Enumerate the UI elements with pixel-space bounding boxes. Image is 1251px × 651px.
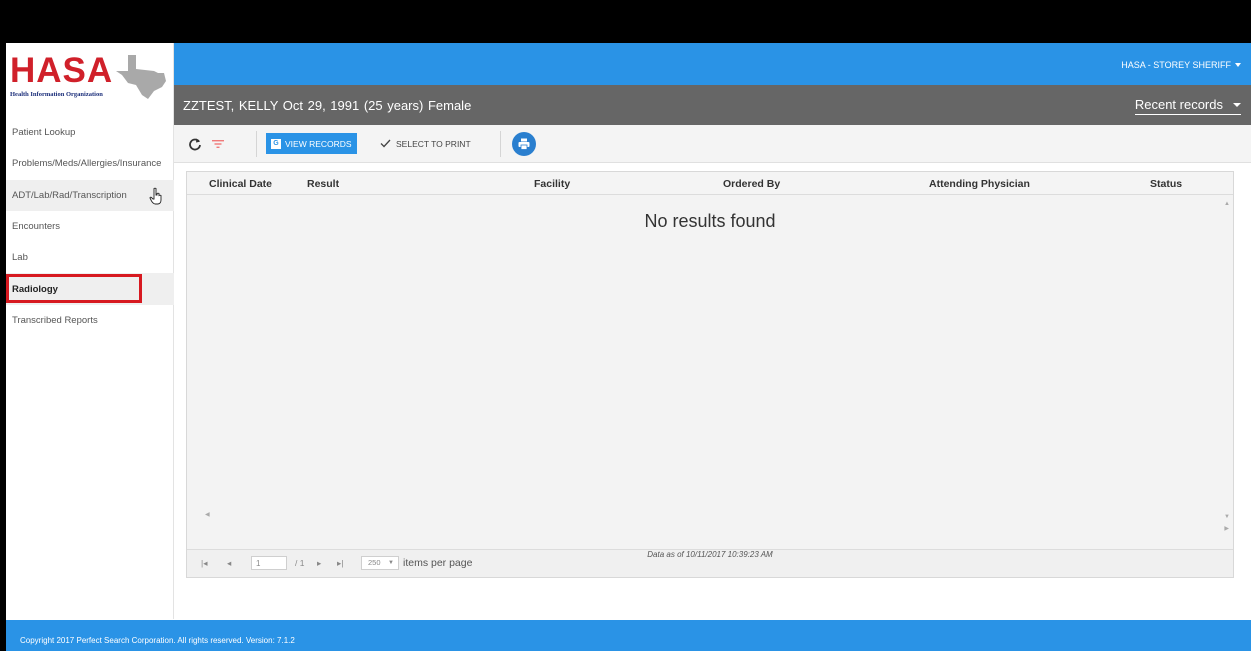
column-header-status[interactable]: Status — [1150, 178, 1182, 190]
scroll-down-arrow-icon[interactable]: ▼ — [1224, 514, 1230, 520]
toolbar: G VIEW RECORDS SELECT TO PRINT — [174, 125, 1251, 163]
chevron-down-icon — [1235, 63, 1241, 67]
filter-icon[interactable] — [212, 138, 224, 150]
scroll-left-arrow-icon[interactable]: ◀ — [205, 511, 210, 518]
sidebar-item-label: Problems/Meds/Allergies/Insurance — [12, 158, 162, 170]
toolbar-divider — [500, 131, 501, 157]
sidebar-item-patient-lookup[interactable]: Patient Lookup — [6, 117, 174, 148]
logo-subtitle: Health Information Organization — [10, 91, 103, 98]
hand-cursor-icon — [149, 187, 162, 205]
grid-body: No results found ▲ ▼ ◀ ▶ — [187, 195, 1233, 550]
logo-text: HASA — [10, 51, 114, 90]
chevron-down-icon — [1233, 102, 1241, 107]
first-page-icon[interactable]: |◂ — [201, 558, 207, 569]
check-icon — [380, 139, 391, 148]
last-page-icon[interactable]: ▸| — [337, 558, 343, 569]
sidebar-item-transcribed-reports[interactable]: Transcribed Reports — [6, 305, 174, 336]
hasa-logo[interactable]: HASA Health Information Organization — [10, 51, 170, 109]
sidebar-nav: Patient Lookup Problems/Meds/Allergies/I… — [6, 117, 174, 336]
sidebar-item-problems[interactable]: Problems/Meds/Allergies/Insurance — [6, 148, 174, 179]
print-button[interactable] — [512, 132, 536, 156]
select-to-print-button[interactable]: SELECT TO PRINT — [380, 133, 471, 154]
column-header-result[interactable]: Result — [307, 178, 339, 190]
column-header-attending-physician[interactable]: Attending Physician — [929, 178, 1030, 190]
results-grid: Clinical Date Result Facility Ordered By… — [186, 171, 1234, 578]
sidebar-item-adt-lab-rad[interactable]: ADT/Lab/Rad/Transcription — [6, 179, 174, 211]
view-records-button[interactable]: G VIEW RECORDS — [266, 133, 357, 154]
scroll-right-arrow-icon[interactable]: ▶ — [1224, 525, 1229, 532]
texas-map-icon — [116, 55, 166, 99]
sidebar-item-lab[interactable]: Lab — [6, 242, 174, 273]
toolbar-divider — [256, 131, 257, 157]
recent-records-dropdown[interactable]: Recent records — [1134, 97, 1241, 115]
sidebar-item-label: Lab — [12, 252, 28, 264]
app-window: HASA Health Information Organization Pat… — [6, 43, 1251, 651]
view-records-icon: G — [271, 138, 281, 149]
sidebar-item-radiology[interactable]: Radiology — [6, 273, 174, 305]
highlight-box — [6, 274, 142, 304]
user-menu[interactable]: HASA - STOREY SHERIFF — [1121, 60, 1241, 70]
page-size-value: 250 — [368, 558, 381, 567]
data-timestamp: Data as of 10/11/2017 10:39:23 AM — [647, 550, 773, 559]
scroll-up-arrow-icon[interactable]: ▲ — [1224, 201, 1230, 207]
user-menu-label: HASA - STOREY SHERIFF — [1121, 60, 1231, 70]
view-records-label: VIEW RECORDS — [285, 138, 352, 149]
screen-letterbox-top — [0, 0, 1251, 43]
print-icon — [518, 138, 530, 150]
refresh-icon[interactable] — [188, 137, 202, 151]
column-header-clinical-date[interactable]: Clinical Date — [209, 178, 272, 190]
prev-page-icon[interactable]: ◂ — [227, 558, 231, 569]
column-header-facility[interactable]: Facility — [534, 178, 570, 190]
top-header: HASA - STOREY SHERIFF — [174, 43, 1251, 85]
sidebar-item-label: Patient Lookup — [12, 127, 76, 139]
sidebar-item-label: Encounters — [12, 221, 61, 233]
empty-message: No results found — [644, 211, 776, 231]
footer: Copyright 2017 Perfect Search Corporatio… — [6, 620, 1251, 651]
recent-records-label: Recent records — [1134, 97, 1223, 112]
sidebar-item-label: Transcribed Reports — [12, 314, 98, 326]
sidebar: HASA Health Information Organization Pat… — [6, 43, 174, 619]
sidebar-item-encounters[interactable]: Encounters — [6, 211, 174, 242]
patient-bar: ZZTEST, KELLY Oct 29, 1991 (25 years) Fe… — [174, 85, 1251, 125]
next-page-icon[interactable]: ▸ — [317, 558, 321, 569]
select-to-print-label: SELECT TO PRINT — [396, 138, 471, 149]
column-header-ordered-by[interactable]: Ordered By — [723, 178, 780, 190]
sidebar-item-label: ADT/Lab/Rad/Transcription — [12, 189, 127, 201]
page-count: / 1 — [295, 558, 305, 568]
grid-header: Clinical Date Result Facility Ordered By… — [187, 172, 1233, 195]
copyright-text: Copyright 2017 Perfect Search Corporatio… — [20, 636, 295, 645]
patient-info: ZZTEST, KELLY Oct 29, 1991 (25 years) Fe… — [183, 98, 472, 113]
